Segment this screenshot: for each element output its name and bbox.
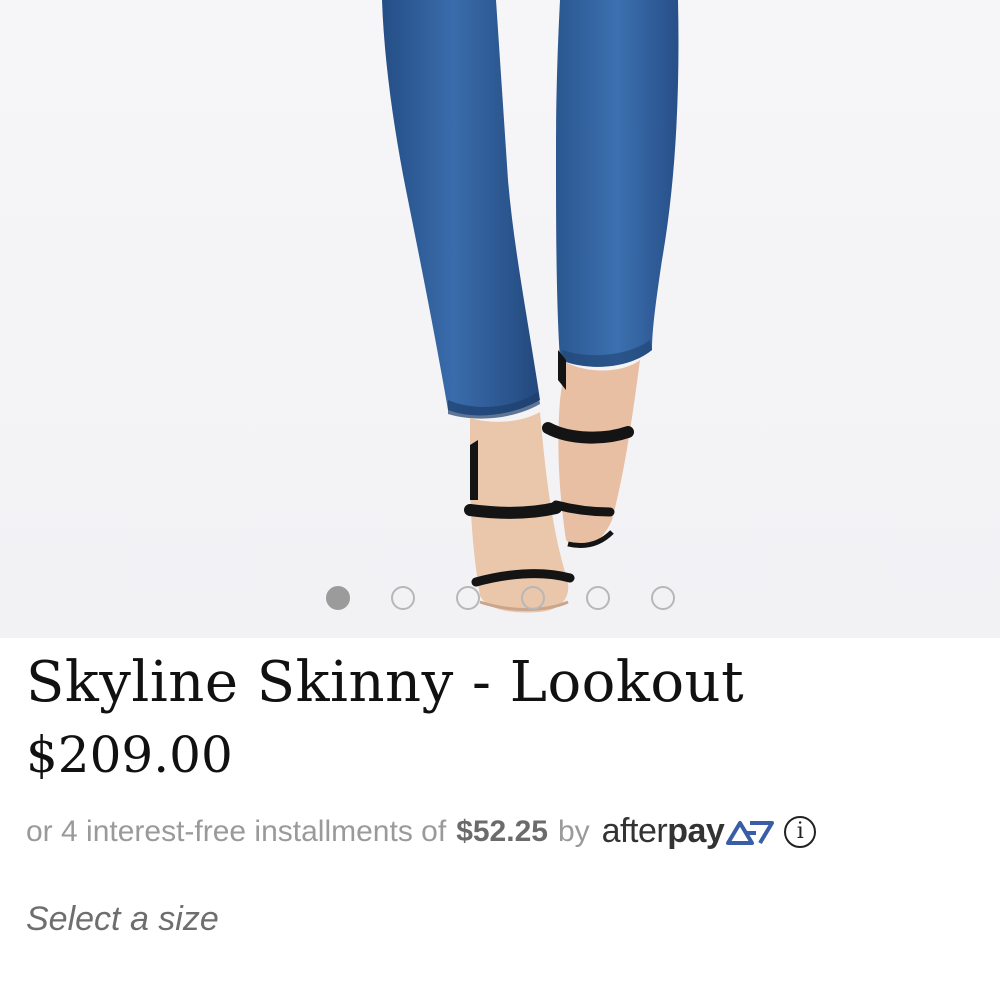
carousel-dot-4[interactable] <box>521 586 545 610</box>
carousel-dot-6[interactable] <box>651 586 675 610</box>
afterpay-arrows-icon <box>726 820 775 845</box>
product-image-carousel[interactable] <box>0 0 1000 638</box>
product-title: Skyline Skinny - Lookout <box>26 650 745 715</box>
carousel-dot-2[interactable] <box>391 586 415 610</box>
carousel-dot-5[interactable] <box>586 586 610 610</box>
installments-prefix: or 4 interest-free installments of <box>26 814 447 848</box>
product-price: $209.00 <box>26 726 233 784</box>
select-size-button[interactable]: Select a size <box>26 900 219 939</box>
info-icon[interactable]: i <box>784 815 817 848</box>
carousel-dot-3[interactable] <box>456 586 480 610</box>
product-photo <box>382 0 679 613</box>
afterpay-logo-pay: pay <box>667 812 725 850</box>
afterpay-logo[interactable]: after pay <box>602 812 777 851</box>
carousel-indicators <box>0 586 1000 614</box>
afterpay-logo-after: after <box>601 812 668 850</box>
installments-by: by <box>557 814 590 848</box>
installment-amount: $52.25 <box>456 814 548 848</box>
afterpay-installments: or 4 interest-free installments of $52.2… <box>26 812 817 851</box>
carousel-dot-1[interactable] <box>326 586 350 610</box>
